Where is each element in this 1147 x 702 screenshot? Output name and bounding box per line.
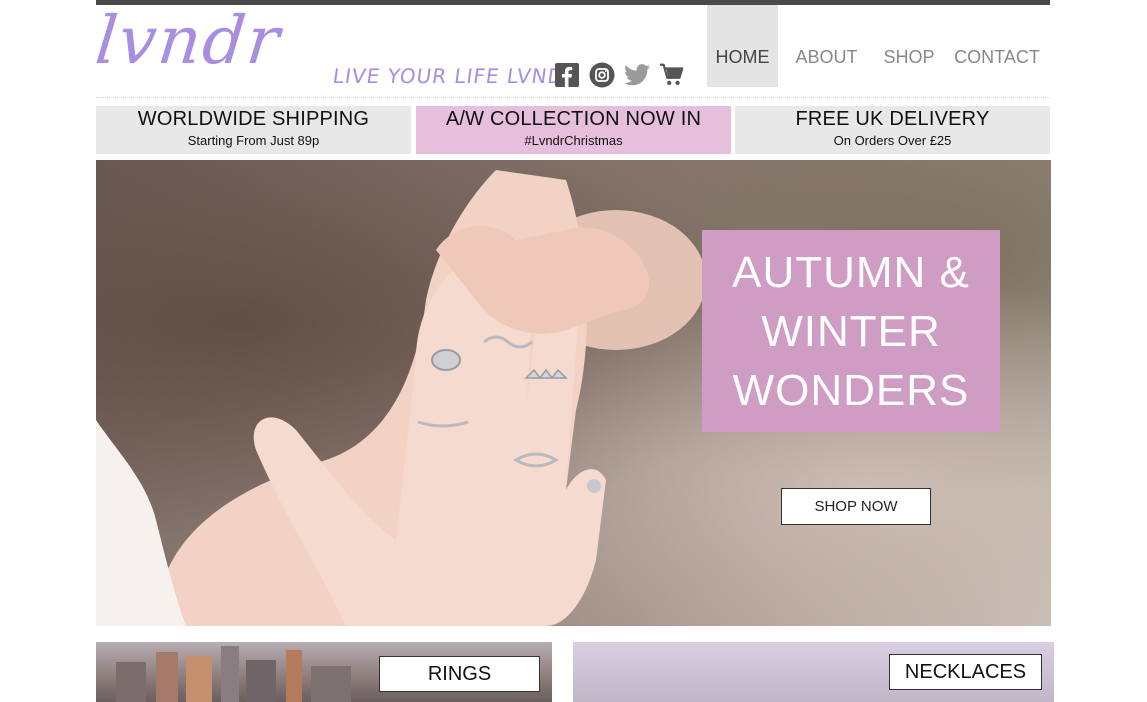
facebook-icon[interactable] <box>554 62 580 88</box>
main-nav: HOME ABOUT SHOP CONTACT <box>707 5 1051 87</box>
hero-headline-line: WONDERS <box>732 365 970 415</box>
category-label-necklaces[interactable]: NECKLACES <box>889 654 1042 690</box>
banner-aw-collection[interactable]: A/W COLLECTION NOW IN #LvndrChristmas <box>416 106 731 154</box>
banner-title: A/W COLLECTION NOW IN <box>445 108 702 130</box>
header-divider <box>96 97 1050 98</box>
tagline: LIVE YOUR LIFE LVNDR <box>331 64 581 88</box>
shopping-cart-icon[interactable] <box>659 62 685 88</box>
promo-banners: WORLDWIDE SHIPPING Starting From Just 89… <box>96 106 1050 154</box>
banner-subtitle: Starting From Just 89p <box>187 133 320 148</box>
banner-subtitle: #LvndrChristmas <box>524 133 623 148</box>
nav-about[interactable]: ABOUT <box>778 5 875 87</box>
banner-title: FREE UK DELIVERY <box>795 108 990 130</box>
category-label-rings[interactable]: RINGS <box>379 656 540 692</box>
hero-headline-line: WINTER <box>761 306 941 356</box>
hero-headline-line: AUTUMN & <box>732 247 970 297</box>
banner-worldwide-shipping[interactable]: WORLDWIDE SHIPPING Starting From Just 89… <box>96 106 411 154</box>
shop-now-button[interactable]: SHOP NOW <box>781 488 931 525</box>
logo[interactable]: lvndr <box>92 2 285 79</box>
twitter-icon[interactable] <box>624 62 650 88</box>
nav-contact[interactable]: CONTACT <box>943 5 1051 87</box>
instagram-icon[interactable] <box>589 62 615 88</box>
nav-home[interactable]: HOME <box>707 5 778 87</box>
hero-image: AUTUMN & WINTER WONDERS SHOP NOW <box>96 160 1051 626</box>
banner-title: WORLDWIDE SHIPPING <box>137 108 370 130</box>
category-tile-rings[interactable]: RINGS <box>96 642 552 702</box>
banner-free-uk-delivery[interactable]: FREE UK DELIVERY On Orders Over £25 <box>735 106 1050 154</box>
category-tile-necklaces[interactable]: NECKLACES <box>573 642 1054 702</box>
hero-headline-box: AUTUMN & WINTER WONDERS <box>702 230 1000 432</box>
banner-subtitle: On Orders Over £25 <box>833 133 952 148</box>
nav-shop[interactable]: SHOP <box>875 5 943 87</box>
social-links <box>554 62 685 88</box>
